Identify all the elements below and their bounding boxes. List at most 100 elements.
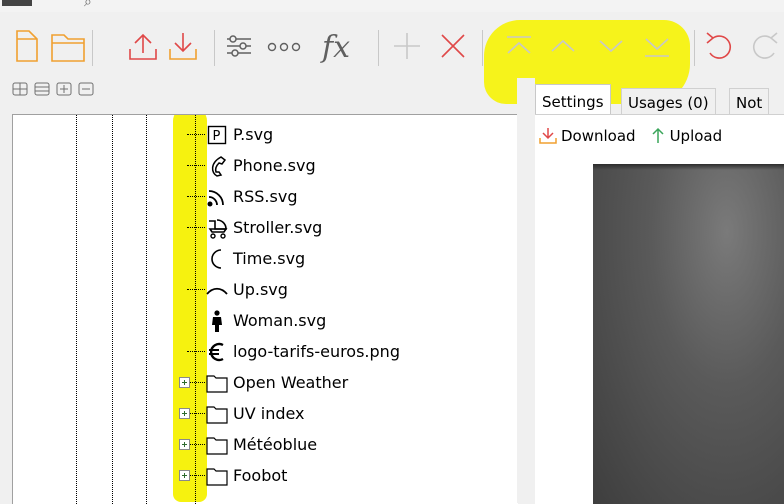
expand-toggle[interactable] — [179, 377, 190, 388]
moon-icon — [205, 247, 229, 271]
tree-item-label: Météoblue — [233, 435, 318, 454]
tree-item[interactable]: Météoblue — [13, 429, 506, 460]
tree-item[interactable]: Up.svg — [13, 274, 506, 305]
move-bottom-button[interactable] — [640, 26, 674, 66]
expand-toggle[interactable] — [179, 408, 190, 419]
dots-icon — [267, 42, 301, 52]
expand-button[interactable] — [56, 82, 72, 96]
new-file-icon — [16, 30, 38, 62]
tree-toolbar — [12, 82, 94, 102]
tree-item[interactable]: Phone.svg — [13, 150, 506, 181]
expand-icon — [56, 82, 72, 96]
export-button[interactable] — [126, 26, 160, 66]
woman-icon — [205, 309, 229, 333]
chevron-up-icon — [551, 39, 575, 52]
rss-icon — [205, 185, 229, 209]
image-preview — [593, 164, 784, 504]
tree-item[interactable]: Woman.svg — [13, 305, 506, 336]
tree-view[interactable]: P P.svg Phone.svg RSS.svg Stroller.svg T… — [12, 114, 518, 504]
details-panel: Settings Usages (0) Not Download Upload — [535, 78, 784, 504]
more-button[interactable] — [264, 26, 304, 66]
new-file-button[interactable] — [10, 26, 44, 66]
download-label: Download — [561, 127, 636, 145]
tree-item[interactable]: Open Weather — [13, 367, 506, 398]
plus-icon — [394, 33, 420, 59]
import-button[interactable] — [166, 26, 200, 66]
search-icon[interactable]: ⌕ — [84, 0, 92, 10]
settings-button[interactable] — [222, 26, 256, 66]
tab-bar: Settings Usages (0) Not — [535, 82, 784, 119]
folder-icon — [205, 402, 229, 426]
tree-item-label: Up.svg — [233, 280, 288, 299]
tree-item[interactable]: logo-tarifs-euros.png — [13, 336, 506, 367]
undo-icon — [706, 32, 732, 59]
toolbar: fx — [0, 16, 784, 104]
sliders-icon — [227, 35, 251, 57]
svg-text:fx: fx — [320, 30, 350, 65]
close-icon — [441, 34, 465, 58]
tree-item-label: Phone.svg — [233, 156, 316, 175]
upload-label: Upload — [669, 127, 723, 145]
panel-splitter[interactable] — [517, 78, 535, 503]
tree-item[interactable]: RSS.svg — [13, 181, 506, 212]
move-up-button[interactable] — [546, 26, 580, 66]
download-button[interactable]: Download — [539, 127, 636, 145]
upload-button[interactable]: Upload — [650, 127, 723, 145]
tree-item[interactable]: UV index — [13, 398, 506, 429]
undo-button[interactable] — [702, 26, 736, 66]
open-folder-button[interactable] — [51, 26, 86, 66]
tree-connector — [187, 351, 205, 352]
tree-connector — [187, 196, 205, 197]
collapse-icon — [78, 82, 94, 96]
download-icon — [169, 33, 197, 60]
tree-item-label: Foobot — [233, 466, 288, 485]
tab-usages[interactable]: Usages (0) — [621, 88, 716, 117]
redo-button[interactable] — [748, 26, 782, 66]
delete-button[interactable] — [436, 26, 470, 66]
export-icon — [129, 33, 157, 60]
formula-button[interactable]: fx — [320, 26, 366, 66]
collapse-button[interactable] — [78, 82, 94, 96]
expand-toggle[interactable] — [179, 439, 190, 450]
tree-item-label: logo-tarifs-euros.png — [233, 342, 400, 361]
move-down-button[interactable] — [594, 26, 628, 66]
tree-item-label: Time.svg — [233, 249, 306, 268]
tree-item[interactable]: Time.svg — [13, 243, 506, 274]
redo-icon — [752, 32, 778, 59]
expand-all-button[interactable] — [12, 82, 28, 96]
folder-icon — [205, 433, 229, 457]
tree-panel: P P.svg Phone.svg RSS.svg Stroller.svg T… — [0, 78, 518, 504]
tree-item-label: UV index — [233, 404, 305, 423]
function-icon: fx — [320, 30, 350, 65]
collapse-all-icon — [34, 82, 50, 96]
chevron-up-icon — [205, 278, 229, 302]
app-icon — [2, 0, 32, 6]
upload-icon — [652, 127, 664, 143]
tab-notes[interactable]: Not — [729, 88, 770, 117]
folder-icon — [205, 464, 229, 488]
toolbar-separator — [694, 30, 695, 66]
phone-icon — [205, 154, 229, 178]
collapse-all-button[interactable] — [34, 82, 50, 96]
tree-item-label: Open Weather — [233, 373, 349, 392]
add-button[interactable] — [390, 26, 424, 66]
tree-item[interactable]: P P.svg — [13, 119, 506, 150]
tree-item-label: RSS.svg — [233, 187, 298, 206]
tree-item[interactable]: Foobot — [13, 460, 506, 491]
tree-item[interactable]: Stroller.svg — [13, 212, 506, 243]
toolbar-separator — [214, 30, 215, 66]
tree-item-label: P.svg — [233, 125, 274, 144]
tree-connector — [187, 227, 205, 228]
expand-toggle[interactable] — [179, 470, 190, 481]
toolbar-separator — [92, 30, 93, 66]
action-bar: Download Upload — [539, 123, 722, 149]
folder-icon — [51, 34, 85, 62]
svg-text:P: P — [213, 129, 221, 144]
parking-icon: P — [205, 123, 229, 147]
move-top-icon — [507, 36, 531, 54]
download-icon — [539, 128, 557, 144]
stroller-icon — [205, 216, 229, 240]
tree-connector — [187, 165, 205, 166]
tree-connector — [187, 134, 205, 135]
move-top-button[interactable] — [502, 26, 536, 66]
